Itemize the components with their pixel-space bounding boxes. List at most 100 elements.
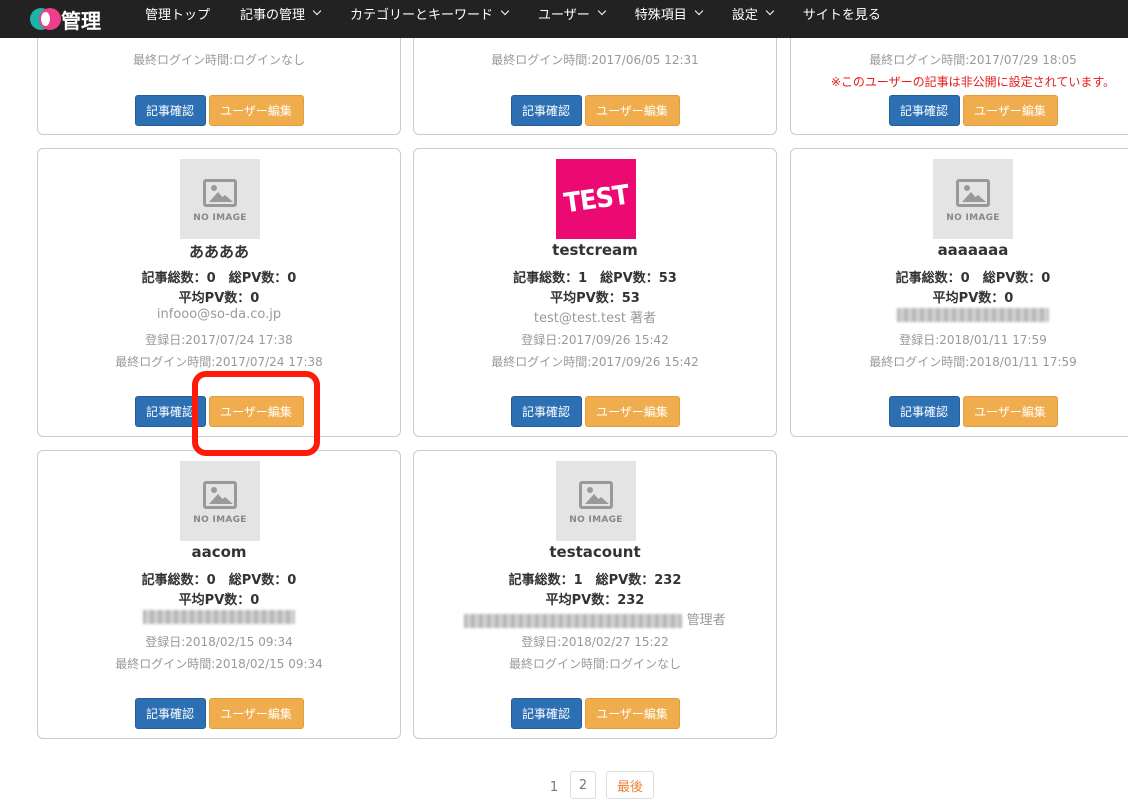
average-pv: 平均PV数：0	[178, 291, 260, 306]
logo[interactable]: 管理	[30, 5, 130, 34]
user-email-redacted	[791, 307, 1128, 322]
card-actions: 記事確認 ユーザー編集	[791, 396, 1128, 427]
last-login-text: 最終ログイン時間:2017/09/26 15:42	[491, 355, 699, 369]
top-navbar: 管理 管理トップ 記事の管理 カテゴリーとキーワード ユーザー 特殊項目 設定 …	[0, 0, 1128, 38]
view-articles-button[interactable]: 記事確認	[134, 396, 206, 427]
card-actions: 記事確認 ユーザー編集	[38, 698, 400, 729]
avatar: NO IMAGE	[933, 159, 1013, 239]
private-warning: ※このユーザーの記事は非公開に設定されています。	[830, 75, 1116, 89]
nav-item-articles[interactable]: 記事の管理	[225, 0, 335, 23]
card-actions: 記事確認 ユーザー編集	[38, 95, 400, 126]
test-avatar-image: TEST	[556, 159, 636, 239]
user-email: test@test.test	[533, 311, 626, 326]
user-role: 管理者	[686, 613, 726, 628]
view-articles-button[interactable]: 記事確認	[888, 95, 960, 126]
no-image-label: NO IMAGE	[946, 213, 1000, 223]
image-icon	[579, 481, 613, 509]
no-image-placeholder: NO IMAGE	[180, 159, 260, 239]
nav-label: 記事の管理	[240, 8, 306, 23]
edit-user-button[interactable]: ユーザー編集	[962, 396, 1058, 427]
user-name: testacount	[549, 543, 641, 561]
last-login-text: 最終ログイン時間:2017/07/24 17:38	[115, 355, 323, 369]
edit-user-button[interactable]: ユーザー編集	[208, 698, 304, 729]
no-image-label: NO IMAGE	[193, 213, 247, 223]
image-icon	[203, 179, 237, 207]
nav-label: 設定	[731, 8, 758, 23]
edit-user-button[interactable]: ユーザー編集	[584, 95, 680, 126]
chevron-down-icon	[694, 6, 704, 16]
nav-label: 特殊項目	[634, 8, 687, 23]
user-name: aaaaaaa	[937, 241, 1009, 259]
nav-item-admin-top[interactable]: 管理トップ	[130, 0, 225, 23]
test-image-text: TEST	[561, 179, 631, 219]
user-card: NO IMAGE testacount 記事総数：1 総PV数：232 平均PV…	[413, 450, 777, 739]
user-email-redacted	[38, 609, 400, 624]
last-login-text: 最終ログイン時間:2017/06/05 12:31	[491, 53, 699, 67]
user-card: TEST testcream 記事総数：1 総PV数：53 平均PV数：53 t…	[413, 148, 777, 437]
logo-icon	[30, 8, 61, 30]
view-articles-button[interactable]: 記事確認	[134, 95, 206, 126]
edit-user-button[interactable]: ユーザー編集	[208, 396, 304, 427]
card-actions: 記事確認 ユーザー編集	[414, 698, 776, 729]
registered-date: 登録日:2017/09/26 15:42	[521, 333, 669, 347]
user-name: testcream	[552, 241, 638, 259]
redacted-email	[897, 307, 1049, 322]
average-pv: 平均PV数：232	[545, 593, 645, 608]
user-name: ああああ	[188, 243, 249, 261]
article-stats: 記事総数：0 総PV数：0	[141, 271, 297, 286]
user-card: NO IMAGE ああああ 記事総数：0 総PV数：0 平均PV数：0 info…	[37, 148, 401, 437]
avatar: TEST	[556, 159, 636, 239]
edit-user-button[interactable]: ユーザー編集	[584, 698, 680, 729]
page-last-link[interactable]: 最後	[606, 771, 654, 799]
view-articles-button[interactable]: 記事確認	[888, 396, 960, 427]
view-articles-button[interactable]: 記事確認	[510, 698, 582, 729]
edit-user-button[interactable]: ユーザー編集	[962, 95, 1058, 126]
card-actions: 記事確認 ユーザー編集	[38, 396, 400, 427]
nav-item-view-site[interactable]: サイトを見る	[788, 0, 896, 23]
view-articles-button[interactable]: 記事確認	[510, 396, 582, 427]
card-actions: 記事確認 ユーザー編集	[414, 95, 776, 126]
registered-date: 登録日:2017/07/24 17:38	[145, 333, 293, 347]
no-image-placeholder: NO IMAGE	[180, 461, 260, 541]
article-stats: 記事総数：0 総PV数：0	[895, 271, 1051, 286]
edit-user-button[interactable]: ユーザー編集	[584, 396, 680, 427]
edit-user-button[interactable]: ユーザー編集	[208, 95, 304, 126]
no-image-placeholder: NO IMAGE	[556, 461, 636, 541]
image-icon	[203, 481, 237, 509]
logo-text: 管理	[61, 8, 101, 33]
last-login-text: 最終ログイン時間:2017/07/29 18:05	[869, 53, 1077, 67]
article-stats: 記事総数：1 総PV数：232	[508, 573, 682, 588]
nav-item-special[interactable]: 特殊項目	[620, 0, 717, 23]
user-email-line: 管理者	[414, 609, 776, 628]
article-stats: 記事総数：0 総PV数：0	[141, 573, 297, 588]
nav-label: カテゴリーとキーワード	[350, 8, 494, 23]
last-login-text: 最終ログイン時間:ログインなし	[508, 657, 682, 671]
user-card: NO IMAGE aaaaaaa 記事総数：0 総PV数：0 平均PV数：0 登…	[790, 148, 1128, 437]
view-articles-button[interactable]: 記事確認	[510, 95, 582, 126]
page-2-link[interactable]: 2	[570, 771, 596, 799]
nav-label: ユーザー	[538, 8, 590, 23]
nav-label: 管理トップ	[145, 8, 211, 23]
main-nav: 管理トップ 記事の管理 カテゴリーとキーワード ユーザー 特殊項目 設定 サイト…	[130, 0, 896, 38]
chevron-down-icon	[312, 6, 322, 16]
last-login-text: 最終ログイン時間:2018/02/15 09:34	[115, 657, 323, 671]
avatar: NO IMAGE	[180, 461, 260, 541]
nav-item-users[interactable]: ユーザー	[523, 0, 620, 23]
no-image-label: NO IMAGE	[569, 515, 623, 525]
chevron-down-icon	[500, 6, 510, 16]
user-role: 著者	[630, 311, 657, 326]
registered-date: 登録日:2018/02/27 15:22	[521, 635, 669, 649]
avatar: NO IMAGE	[556, 461, 636, 541]
nav-label: サイトを見る	[802, 8, 881, 23]
chevron-down-icon	[765, 6, 775, 16]
card-actions: 記事確認 ユーザー編集	[414, 396, 776, 427]
avatar: NO IMAGE	[180, 159, 260, 239]
nav-item-settings[interactable]: 設定	[717, 0, 788, 23]
chevron-down-icon	[597, 6, 607, 16]
nav-item-categories[interactable]: カテゴリーとキーワード	[335, 0, 523, 23]
average-pv: 平均PV数：0	[178, 593, 260, 608]
user-card: NO IMAGE aacom 記事総数：0 総PV数：0 平均PV数：0 登録日…	[37, 450, 401, 739]
user-name: aacom	[191, 543, 247, 561]
view-articles-button[interactable]: 記事確認	[134, 698, 206, 729]
no-image-placeholder: NO IMAGE	[933, 159, 1013, 239]
